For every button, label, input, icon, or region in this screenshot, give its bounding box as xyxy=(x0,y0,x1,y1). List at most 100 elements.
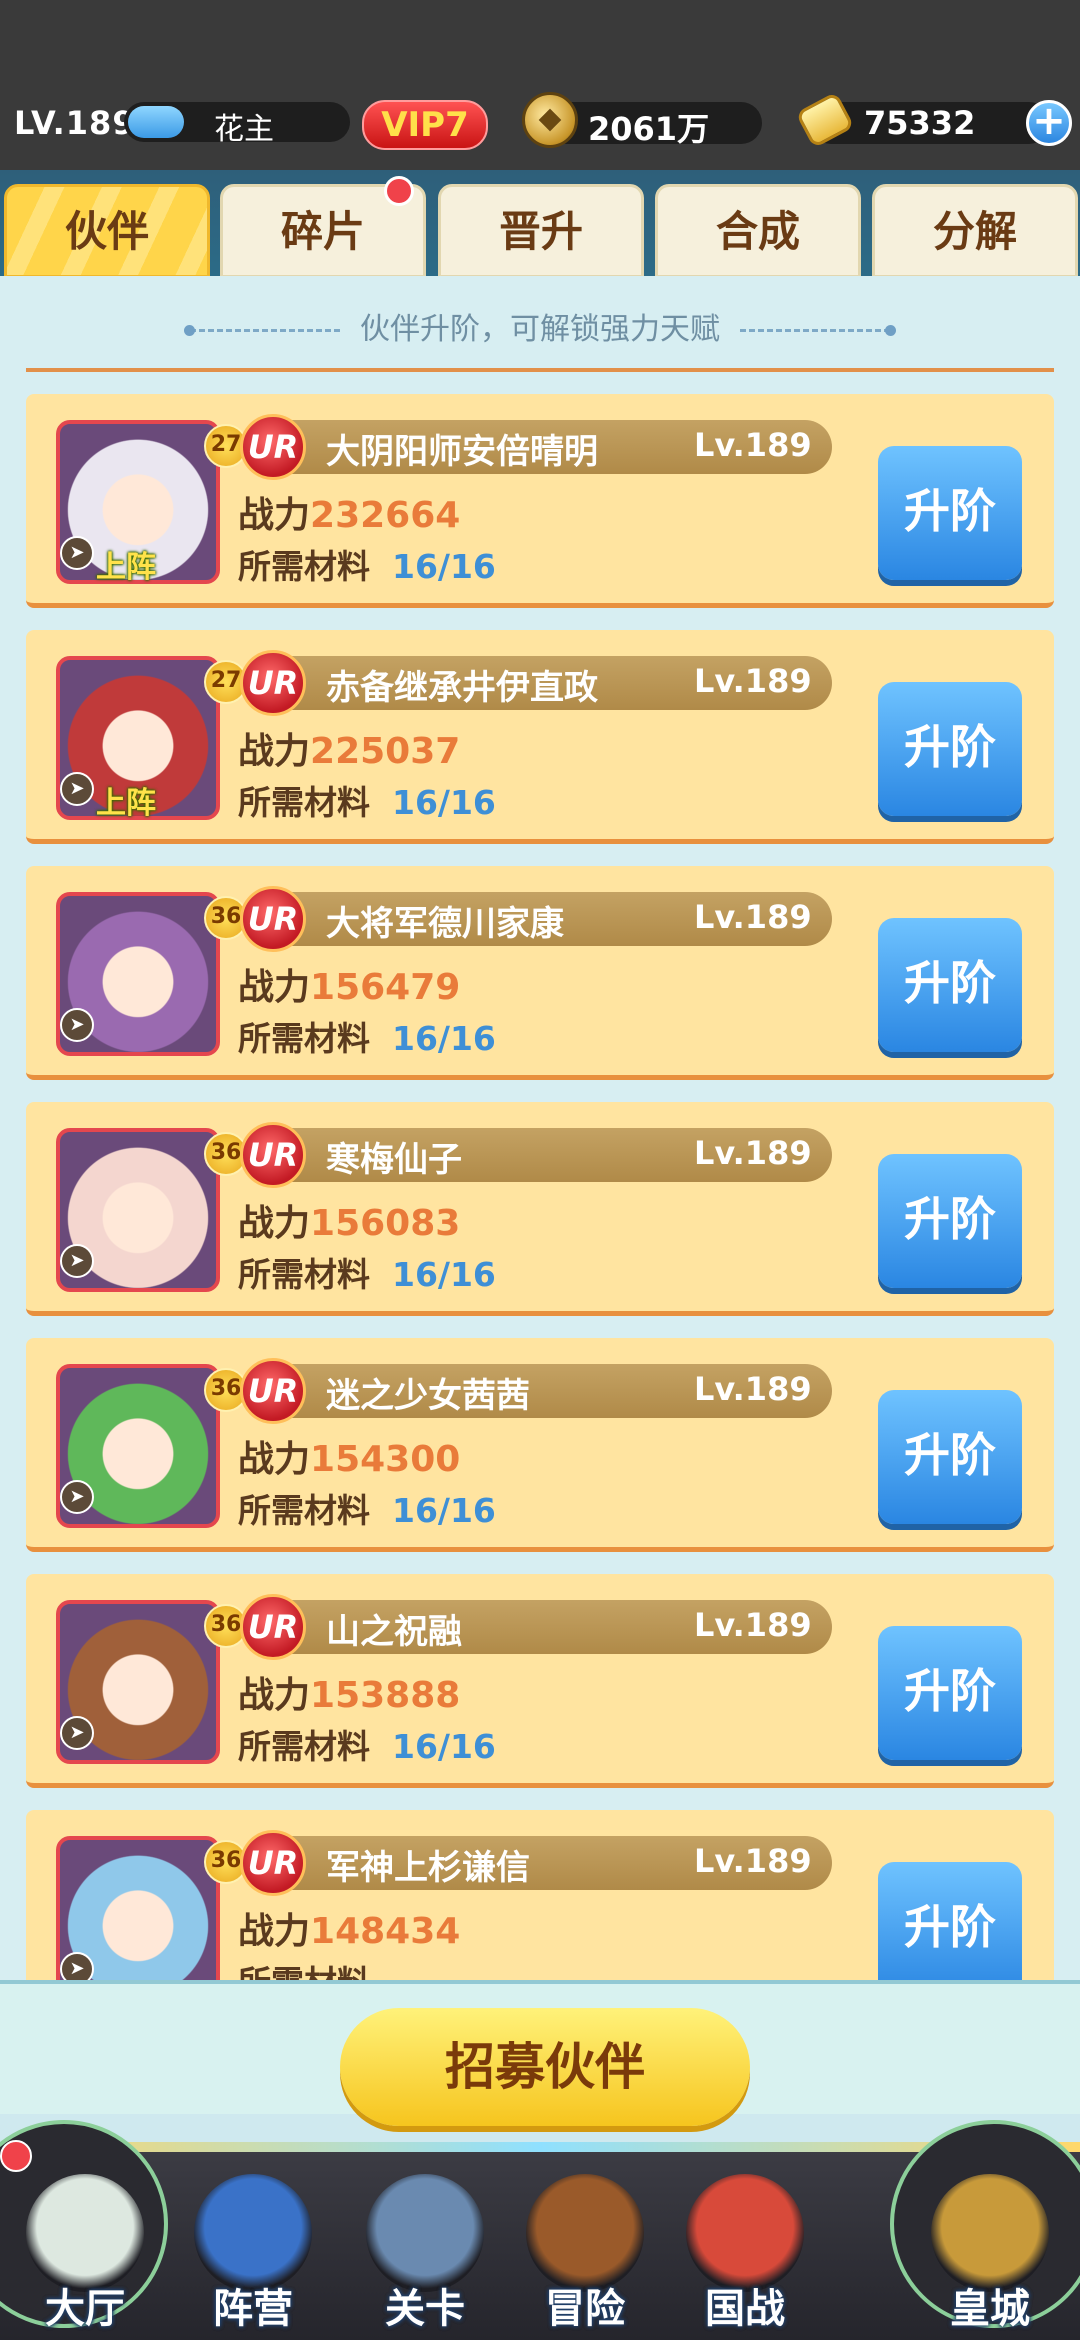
nav-item[interactable]: 关卡 xyxy=(340,2154,510,2334)
hero-level: Lv.189 xyxy=(694,1134,812,1172)
palace-icon xyxy=(931,2174,1049,2292)
power-value: 156479 xyxy=(310,967,461,1008)
hero-level: Lv.189 xyxy=(694,898,812,936)
divider xyxy=(26,368,1054,372)
player-name-bar[interactable]: 花主 xyxy=(124,102,350,147)
rarity-badge: UR xyxy=(240,1830,306,1896)
materials-value: 16/16 xyxy=(392,1491,496,1530)
hero-card[interactable]: 36 ➤ UR 山之祝融 Lv.189 战力153888 所需材料 16/16 升… xyxy=(26,1574,1054,1788)
recruit-button[interactable]: 招募伙伴 xyxy=(340,2008,750,2126)
materials-value: 16/16 xyxy=(392,1255,496,1294)
materials-row: 所需材料 xyxy=(238,1956,392,1980)
hero-name: 迷之少女茜茜 xyxy=(326,1376,530,1416)
power-row: 战力154300 xyxy=(238,1430,460,1482)
nav-item[interactable]: 大厅 xyxy=(0,2154,170,2334)
power-label: 战力 xyxy=(238,1439,311,1480)
upgrade-button[interactable]: 升阶 xyxy=(878,918,1022,1052)
castle-icon xyxy=(26,2174,144,2292)
upgrade-button[interactable]: 升阶 xyxy=(878,1862,1022,1980)
hint-text: 伙伴升阶，可解锁强力天赋 xyxy=(360,312,720,347)
materials-value: 16/16 xyxy=(392,1019,496,1058)
role-icon: ➤ xyxy=(60,1952,94,1980)
hero-card[interactable]: 27 ➤ 上阵 UR 赤备继承井伊直政 Lv.189 战力225037 所需材料… xyxy=(26,630,1054,844)
hero-list[interactable]: 27 ➤ 上阵 UR 大阴阳师安倍晴明 Lv.189 战力232664 所需材料… xyxy=(26,394,1054,1980)
hero-card[interactable]: 36 ➤ UR 大将军德川家康 Lv.189 战力156479 所需材料 16/1… xyxy=(26,866,1054,1080)
materials-row: 所需材料 16/16 xyxy=(238,540,496,588)
power-value: 153888 xyxy=(310,1675,461,1716)
divider-left xyxy=(184,325,340,336)
power-row: 战力148434 xyxy=(238,1902,460,1954)
upgrade-button[interactable]: 升阶 xyxy=(878,1154,1022,1288)
materials-value: 16/16 xyxy=(392,783,496,822)
power-row: 战力153888 xyxy=(238,1666,460,1718)
hero-name: 寒梅仙子 xyxy=(326,1140,462,1180)
materials-row: 所需材料 16/16 xyxy=(238,1484,496,1532)
upgrade-button[interactable]: 升阶 xyxy=(878,682,1022,816)
rarity-badge: UR xyxy=(240,414,306,480)
tab-synthesize[interactable]: 合成 xyxy=(655,184,861,278)
power-label: 战力 xyxy=(238,1203,311,1244)
hero-card[interactable]: 27 ➤ 上阵 UR 大阴阳师安倍晴明 Lv.189 战力232664 所需材料… xyxy=(26,394,1054,608)
power-label: 战力 xyxy=(238,967,311,1008)
hero-name: 大阴阳师安倍晴明 xyxy=(326,432,598,472)
rarity-badge: UR xyxy=(240,1358,306,1424)
coin-value: 2061万 xyxy=(588,110,710,148)
power-row: 战力156479 xyxy=(238,958,460,1010)
map-scroll-icon xyxy=(194,2174,312,2292)
power-row: 战力232664 xyxy=(238,486,460,538)
plus-icon[interactable]: + xyxy=(1026,100,1072,146)
power-row: 战力156083 xyxy=(238,1194,460,1246)
hero-name: 大将军德川家康 xyxy=(326,904,564,944)
materials-row: 所需材料 16/16 xyxy=(238,776,496,824)
hero-card[interactable]: 36 ➤ UR 军神上杉谦信 Lv.189 战力148434 所需材料 升阶 xyxy=(26,1810,1054,1980)
coin-icon xyxy=(522,92,578,148)
gold-counter: 75332 xyxy=(795,91,1050,149)
power-row: 战力225037 xyxy=(238,722,460,774)
onstage-label: 上阵 xyxy=(96,786,156,821)
role-icon: ➤ xyxy=(60,536,94,570)
nav-item[interactable]: 国战 xyxy=(660,2154,830,2334)
hero-level: Lv.189 xyxy=(694,426,812,464)
upgrade-button[interactable]: 升阶 xyxy=(878,1626,1022,1760)
vip-badge[interactable]: VIP7 xyxy=(362,100,488,150)
divider-right xyxy=(740,325,896,336)
materials-row: 所需材料 16/16 xyxy=(238,1248,496,1296)
tab-decompose[interactable]: 分解 xyxy=(872,184,1078,278)
materials-label: 所需材料 xyxy=(238,1727,370,1766)
nav-label: 国战 xyxy=(705,2286,785,2332)
tab-bar: 伙伴 碎片 晋升 合成 分解 xyxy=(0,170,1080,278)
materials-label: 所需材料 xyxy=(238,1255,370,1294)
nav-item[interactable]: 皇城 xyxy=(905,2154,1075,2334)
notification-dot xyxy=(0,2140,32,2172)
nav-item[interactable]: 阵营 xyxy=(168,2154,338,2334)
materials-row: 所需材料 16/16 xyxy=(238,1012,496,1060)
rarity-badge: UR xyxy=(240,650,306,716)
tab-partners[interactable]: 伙伴 xyxy=(4,184,210,278)
nav-label: 大厅 xyxy=(45,2286,125,2332)
partner-list-panel: 伙伴升阶，可解锁强力天赋 27 ➤ 上阵 UR 大阴阳师安倍晴明 Lv.189 … xyxy=(0,276,1080,1980)
role-icon: ➤ xyxy=(60,1480,94,1514)
tab-promote[interactable]: 晋升 xyxy=(438,184,644,278)
rarity-badge: UR xyxy=(240,886,306,952)
role-icon: ➤ xyxy=(60,1244,94,1278)
nav-label: 阵营 xyxy=(213,2286,293,2332)
role-icon: ➤ xyxy=(60,1716,94,1750)
ship-icon xyxy=(526,2174,644,2292)
player-name: 花主 xyxy=(214,112,274,147)
hero-card[interactable]: 36 ➤ UR 迷之少女茜茜 Lv.189 战力154300 所需材料 16/16… xyxy=(26,1338,1054,1552)
upgrade-button[interactable]: 升阶 xyxy=(878,1390,1022,1524)
hero-level: Lv.189 xyxy=(694,1842,812,1880)
power-value: 225037 xyxy=(310,731,461,772)
hero-level: Lv.189 xyxy=(694,1370,812,1408)
nav-label: 关卡 xyxy=(385,2286,465,2332)
materials-label: 所需材料 xyxy=(238,783,370,822)
power-value: 156083 xyxy=(310,1203,461,1244)
top-status-bar: LV.189 花主 VIP7 2061万 75332 + xyxy=(0,0,1080,170)
crossed-swords-icon xyxy=(366,2174,484,2292)
materials-value: 16/16 xyxy=(392,1727,496,1766)
nav-item[interactable]: 冒险 xyxy=(500,2154,670,2334)
hero-name: 赤备继承井伊直政 xyxy=(326,668,598,708)
power-value: 148434 xyxy=(310,1911,461,1952)
hero-card[interactable]: 36 ➤ UR 寒梅仙子 Lv.189 战力156083 所需材料 16/16 升… xyxy=(26,1102,1054,1316)
upgrade-button[interactable]: 升阶 xyxy=(878,446,1022,580)
